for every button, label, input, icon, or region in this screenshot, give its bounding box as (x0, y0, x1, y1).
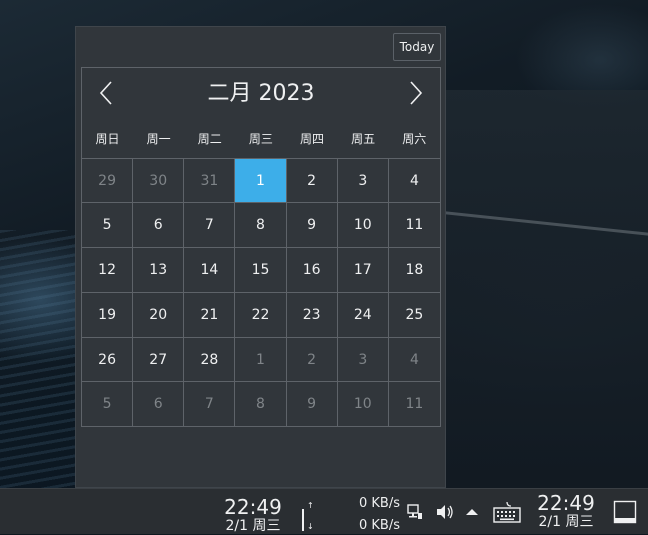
weekday-label: 周日 (95, 132, 120, 146)
day-cell[interactable]: 24 (337, 293, 389, 338)
expand-tray-icon[interactable] (462, 501, 482, 523)
day-cell[interactable]: 5 (82, 203, 134, 248)
weekday-header: 周日 周一 周二 周三 周四 周五 周六 (82, 124, 440, 158)
weekday-label: 周二 (197, 132, 222, 146)
weekday-label: 周五 (351, 132, 376, 146)
today-button[interactable]: Today (393, 33, 441, 61)
day-cell[interactable]: 3 (337, 159, 389, 203)
network-graph-bar (302, 509, 304, 531)
day-cell[interactable]: 25 (388, 293, 440, 338)
day-cell[interactable]: 17 (337, 248, 389, 293)
day-cell[interactable]: 31 (184, 159, 236, 203)
taskbar: 22:49 2/1 周三 ↑ ↓ 0 KB/s 0 KB/s 22:49 2/1… (0, 488, 648, 534)
clock-date: 2/1 周三 (225, 518, 281, 534)
day-cell[interactable]: 5 (82, 382, 134, 426)
day-cell[interactable]: 16 (286, 248, 338, 293)
weekday-label: 周六 (402, 132, 427, 146)
day-cell[interactable]: 23 (286, 293, 338, 338)
day-cell[interactable]: 26 (82, 338, 134, 382)
day-cell[interactable]: 30 (133, 159, 185, 203)
day-cell[interactable]: 13 (133, 248, 185, 293)
day-cell[interactable]: 4 (388, 159, 440, 203)
keyboard-icon[interactable] (492, 499, 522, 525)
calendar-popup: Today 二月 2023 周日 周一 周二 周三 周四 周五 周六 29 30 3… (75, 26, 446, 488)
show-desktop-button[interactable] (612, 499, 638, 525)
day-cell[interactable]: 14 (184, 248, 236, 293)
day-cell[interactable]: 6 (133, 382, 185, 426)
clock-time: 22:49 (224, 495, 282, 519)
day-cell[interactable]: 29 (82, 159, 134, 203)
day-cell[interactable]: 9 (287, 382, 338, 426)
download-arrow-icon: ↓ (307, 522, 314, 531)
upload-arrow-icon: ↑ (307, 501, 314, 510)
day-cell[interactable]: 15 (235, 248, 287, 293)
day-cell[interactable]: 2 (286, 159, 338, 203)
day-cell[interactable]: 8 (235, 203, 287, 248)
clock-date: 2/1 周三 (538, 514, 594, 530)
wallpaper-waves (0, 230, 80, 488)
day-cell[interactable]: 6 (133, 203, 185, 248)
day-cell[interactable]: 22 (235, 293, 287, 338)
weekday-label: 周四 (300, 132, 325, 146)
chevron-right-icon (410, 81, 423, 105)
upload-speed: 0 KB/s (359, 496, 400, 511)
day-cell[interactable]: 28 (184, 338, 236, 382)
weekday-label: 周三 (248, 132, 273, 146)
month-calendar: 二月 2023 周日 周一 周二 周三 周四 周五 周六 29 30 31 1 2 3 4 5… (81, 67, 441, 427)
day-grid: 29 30 31 1 2 3 4 5 6 7 8 9 10 11 12 13 14 15 16 17 18 19 20 21 2… (82, 158, 440, 427)
day-cell[interactable]: 10 (337, 203, 389, 248)
selected-day-cell[interactable]: 1 (235, 159, 287, 203)
weekday-label: 周一 (146, 132, 171, 146)
network-speed-graph[interactable]: ↑ ↓ (298, 499, 322, 533)
wallpaper-cliff (446, 90, 648, 488)
day-cell[interactable]: 21 (184, 293, 236, 338)
volume-icon[interactable] (434, 501, 456, 523)
day-cell[interactable]: 2 (286, 338, 338, 382)
digital-clock[interactable]: 22:49 2/1 周三 (528, 492, 604, 530)
day-cell[interactable]: 7 (184, 382, 236, 426)
clock-widget[interactable]: 22:49 2/1 周三 (218, 496, 288, 534)
day-cell[interactable]: 4 (388, 338, 440, 382)
day-cell[interactable]: 27 (133, 338, 185, 382)
network-icon[interactable] (404, 501, 426, 523)
day-cell[interactable]: 20 (133, 293, 185, 338)
clock-time: 22:49 (537, 491, 595, 515)
day-cell[interactable]: 3 (337, 338, 389, 382)
day-cell[interactable]: 10 (338, 382, 389, 426)
day-cell[interactable]: 8 (235, 382, 287, 426)
next-month-button[interactable] (404, 78, 428, 108)
day-cell[interactable]: 7 (184, 203, 236, 248)
day-cell[interactable]: 11 (389, 382, 440, 426)
day-cell[interactable]: 1 (235, 338, 287, 382)
download-speed: 0 KB/s (359, 518, 400, 533)
day-cell[interactable]: 18 (388, 248, 440, 293)
day-cell[interactable]: 11 (388, 203, 440, 248)
month-title[interactable]: 二月 2023 (82, 78, 440, 110)
day-cell[interactable]: 12 (82, 248, 134, 293)
show-desktop-icon (613, 500, 637, 524)
day-cell[interactable]: 19 (82, 293, 134, 338)
day-cell[interactable]: 9 (286, 203, 338, 248)
